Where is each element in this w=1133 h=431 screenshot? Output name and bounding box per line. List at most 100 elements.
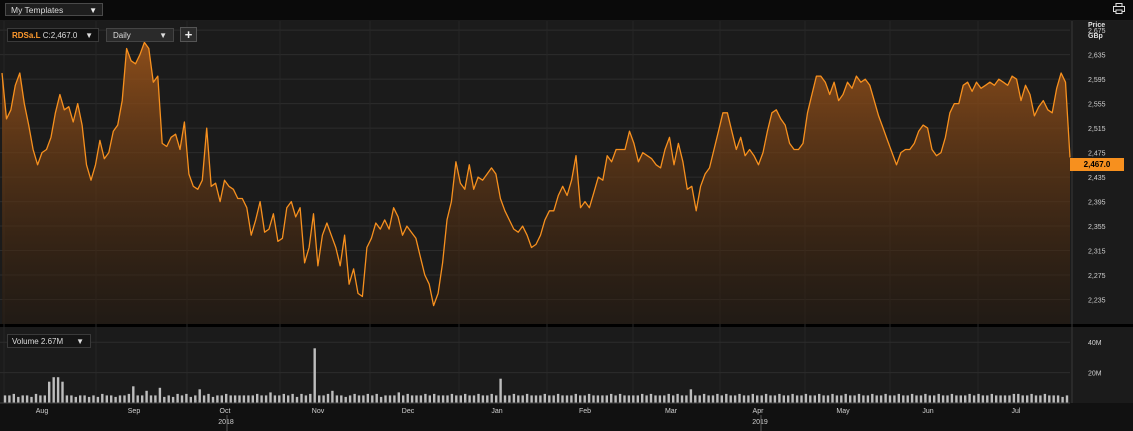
- volume-bar: [636, 395, 639, 403]
- volume-bar: [919, 395, 923, 403]
- volume-bar: [742, 395, 746, 403]
- volume-bar: [379, 396, 383, 403]
- volume-bar: [388, 395, 392, 403]
- volume-bar: [149, 395, 153, 403]
- volume-bar: [424, 393, 427, 403]
- volume-bar: [291, 393, 294, 403]
- volume-bar: [87, 396, 91, 403]
- volume-bar: [136, 395, 139, 403]
- price-tick-label: 2,555: [1088, 102, 1106, 109]
- volume-bar: [415, 395, 418, 403]
- volume-bar: [937, 393, 940, 403]
- volume-bar: [441, 395, 445, 403]
- volume-bar: [627, 395, 631, 403]
- month-tick-label: Dec: [402, 408, 415, 415]
- volume-bar: [720, 395, 723, 403]
- volume-bar: [561, 395, 564, 403]
- volume-bar: [614, 395, 617, 403]
- volume-bar: [685, 395, 688, 403]
- volume-bar: [132, 386, 135, 403]
- volume-bar: [804, 393, 808, 403]
- volume-bar: [654, 395, 657, 403]
- volume-bar: [534, 395, 538, 403]
- volume-bar: [207, 393, 210, 403]
- volume-bar: [269, 392, 272, 403]
- volume-bar: [605, 395, 608, 403]
- volume-bar: [189, 396, 192, 403]
- volume-bar: [530, 395, 533, 403]
- add-series-button[interactable]: +: [180, 27, 197, 42]
- volume-bar: [21, 395, 24, 403]
- volume-bar: [331, 390, 334, 403]
- volume-bar: [587, 393, 591, 403]
- volume-bar: [326, 393, 330, 403]
- volume-bar: [539, 395, 542, 403]
- interval-label: Daily: [113, 31, 131, 40]
- volume-bar: [344, 396, 347, 403]
- volume-bar: [1061, 396, 1064, 403]
- volume-bar: [229, 395, 232, 403]
- volume-bar: [778, 393, 781, 403]
- volume-bar: [649, 393, 653, 403]
- volume-bar: [335, 395, 339, 403]
- volume-bar: [840, 395, 843, 403]
- volume-bar: [83, 395, 86, 403]
- volume-bar: [866, 395, 870, 403]
- ric-code: RDSa.L: [12, 31, 41, 40]
- volume-bar: [751, 393, 754, 403]
- instrument-selector[interactable]: RDSa.L C:2,467.0 ▼: [7, 28, 99, 42]
- volume-bar: [795, 395, 799, 403]
- volume-bar: [525, 393, 529, 403]
- price-tick-label: 2,315: [1088, 249, 1106, 256]
- volume-bar: [198, 389, 201, 403]
- month-tick-label: Feb: [579, 408, 591, 415]
- volume-bar: [902, 395, 905, 403]
- volume-bar: [556, 393, 560, 403]
- volume-bar: [238, 395, 241, 403]
- volume-bar: [247, 395, 250, 403]
- volume-bar: [56, 377, 60, 403]
- volume-bar: [300, 393, 303, 403]
- volume-selector[interactable]: Volume 2.67M ▼: [7, 334, 91, 348]
- volume-bar: [180, 395, 184, 403]
- volume-bar: [862, 395, 865, 403]
- volume-bar: [264, 395, 268, 403]
- print-icon[interactable]: [1113, 3, 1125, 14]
- volume-bar: [822, 395, 825, 403]
- time-axis: [0, 403, 1133, 431]
- volume-bar: [543, 393, 546, 403]
- year-label: 2019: [752, 419, 768, 426]
- volume-bar: [185, 393, 188, 403]
- volume-bar: [871, 393, 874, 403]
- volume-bar: [96, 396, 100, 403]
- volume-bar: [503, 395, 507, 403]
- volume-bar: [282, 393, 285, 403]
- volume-bar: [123, 395, 126, 403]
- volume-bar: [353, 393, 356, 403]
- volume-bar: [402, 395, 405, 403]
- chevron-down-icon: ▼: [85, 31, 93, 40]
- templates-dropdown[interactable]: My Templates ▼: [5, 3, 103, 16]
- month-tick-label: Nov: [312, 408, 325, 415]
- month-tick-label: Apr: [753, 408, 765, 415]
- volume-bar: [641, 393, 644, 403]
- volume-bar: [977, 393, 980, 403]
- volume-bar: [464, 393, 467, 403]
- volume-bar: [826, 395, 830, 403]
- volume-bar: [1003, 395, 1007, 403]
- volume-bar: [583, 395, 586, 403]
- volume-bar: [879, 395, 883, 403]
- price-volume-chart[interactable]: 2,6752,6352,5952,5552,5152,4752,4352,395…: [0, 21, 1133, 431]
- volume-bar: [459, 395, 462, 403]
- volume-bar: [782, 395, 785, 403]
- volume-bar: [946, 395, 949, 403]
- volume-bar: [260, 395, 263, 403]
- volume-bar: [313, 348, 316, 403]
- volume-bar: [348, 395, 352, 403]
- price-tick-label: 2,435: [1088, 175, 1106, 182]
- volume-bar: [202, 395, 206, 403]
- interval-dropdown[interactable]: Daily ▼: [106, 28, 174, 42]
- volume-bar: [251, 395, 254, 403]
- volume-bar: [990, 393, 993, 403]
- volume-bar: [733, 395, 737, 403]
